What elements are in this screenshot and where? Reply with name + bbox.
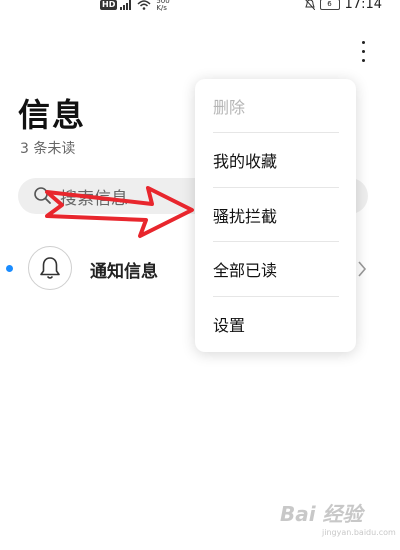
more-dot-icon bbox=[362, 50, 365, 53]
menu-item-delete[interactable]: 删除 bbox=[213, 79, 338, 133]
hd-badge: HD bbox=[100, 0, 118, 10]
watermark-logo: Bai 经验 bbox=[280, 502, 363, 526]
notification-muted-icon bbox=[304, 0, 315, 10]
more-options-button[interactable] bbox=[354, 38, 374, 66]
more-dot-icon bbox=[362, 59, 365, 62]
menu-item-settings[interactable]: 设置 bbox=[213, 297, 338, 351]
signal-icon bbox=[120, 0, 132, 10]
watermark-site: jingyan.baidu.com bbox=[322, 528, 396, 537]
bell-icon bbox=[40, 257, 60, 279]
page-title: 信息 bbox=[18, 96, 87, 134]
status-bar: HD 500 K/s 6 17:14 bbox=[0, 0, 400, 14]
status-left: HD 500 K/s bbox=[100, 0, 170, 12]
unread-dot bbox=[6, 265, 13, 272]
menu-item-mark-all-read[interactable]: 全部已读 bbox=[213, 242, 338, 296]
overflow-menu: 删除 我的收藏 骚扰拦截 全部已读 设置 bbox=[195, 79, 356, 352]
more-dot-icon bbox=[362, 41, 365, 44]
conversation-title: 通知信息 bbox=[90, 262, 158, 282]
network-speed: 500 K/s bbox=[156, 0, 169, 12]
status-right: 6 17:14 bbox=[304, 0, 382, 12]
wifi-icon bbox=[137, 0, 151, 10]
search-placeholder: 搜索信息 bbox=[60, 188, 128, 209]
avatar bbox=[28, 246, 72, 290]
search-icon bbox=[34, 187, 51, 204]
clock: 17:14 bbox=[344, 0, 382, 12]
menu-item-spam-blocking[interactable]: 骚扰拦截 bbox=[213, 188, 338, 242]
unread-count: 3 条未读 bbox=[20, 141, 76, 157]
battery-indicator: 6 bbox=[319, 0, 340, 10]
network-speed-unit: K/s bbox=[156, 4, 167, 12]
chevron-right-icon bbox=[358, 261, 367, 277]
menu-item-favorites[interactable]: 我的收藏 bbox=[213, 133, 338, 187]
